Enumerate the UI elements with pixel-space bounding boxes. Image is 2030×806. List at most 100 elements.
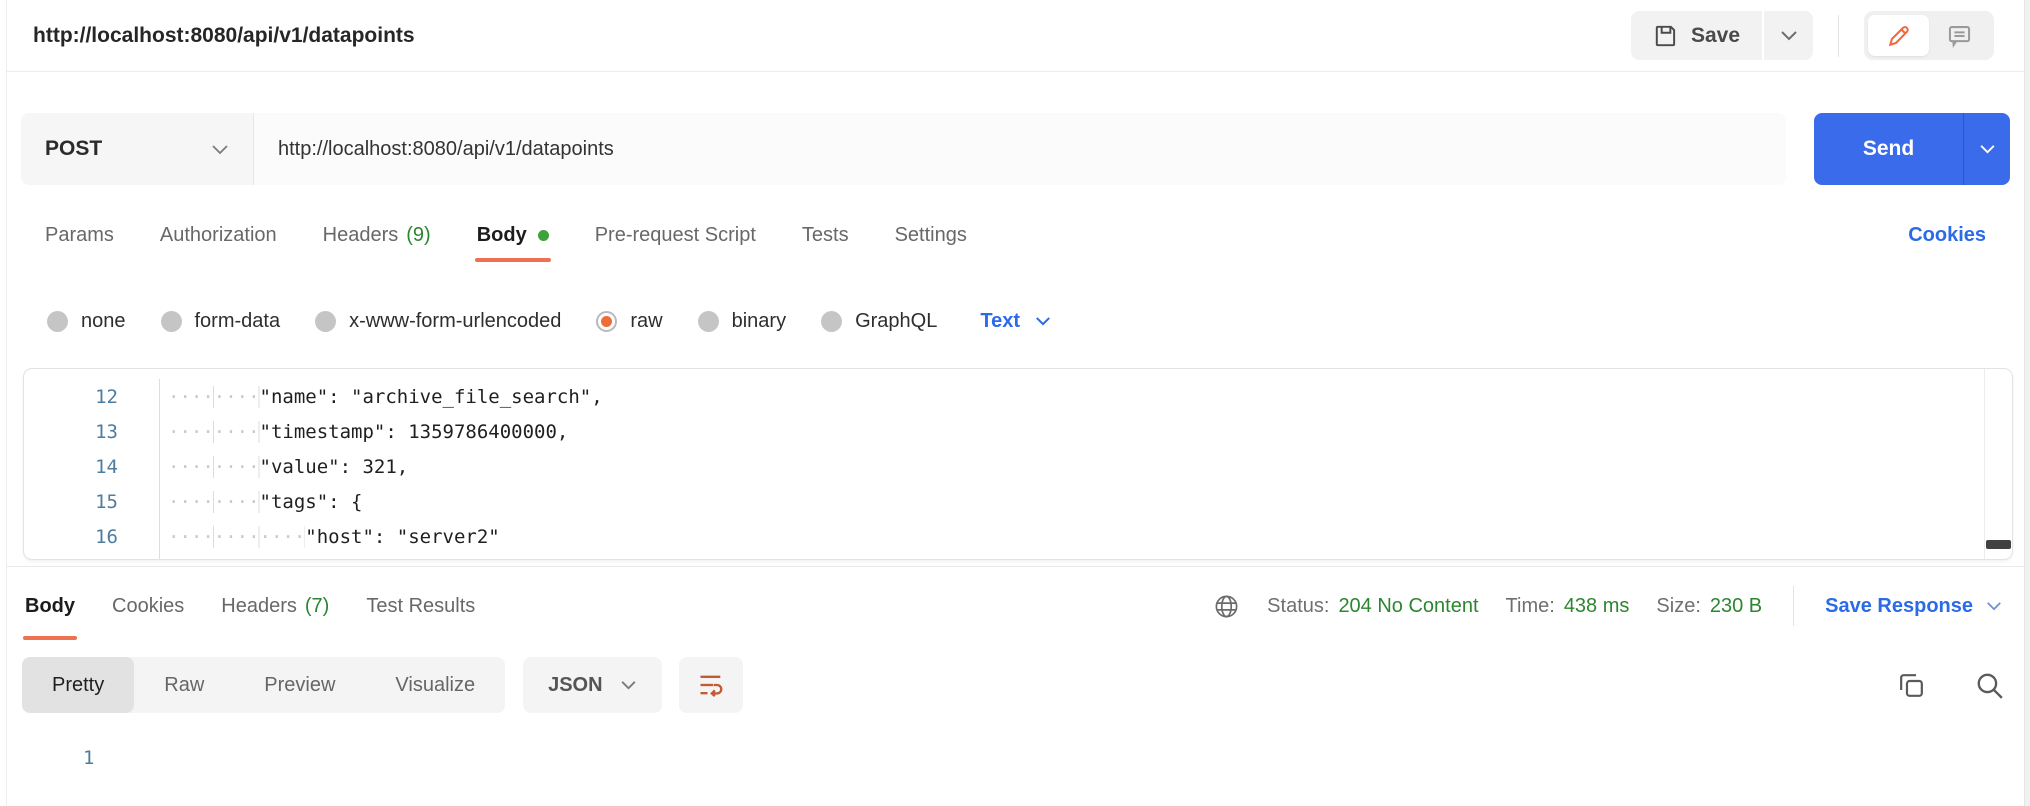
request-tab[interactable]: Params xyxy=(45,203,114,267)
response-tab-label: Body xyxy=(25,594,75,617)
left-panel-border xyxy=(6,0,7,806)
request-url-input[interactable] xyxy=(254,113,1786,185)
request-tab[interactable]: Pre-request Script xyxy=(595,203,756,267)
raw-format-select[interactable]: Text xyxy=(980,310,1051,333)
view-tab-label: Visualize xyxy=(395,673,476,696)
search-icon xyxy=(1973,669,2006,702)
status-divider xyxy=(1793,586,1795,626)
request-tab[interactable]: Body xyxy=(474,203,551,267)
code-content: "name": "archive_file_search", xyxy=(259,385,603,408)
request-tab[interactable]: Tests xyxy=(802,203,849,267)
send-button-label: Send xyxy=(1814,113,1964,185)
comment-button[interactable] xyxy=(1929,15,1990,56)
radio-icon xyxy=(47,310,68,332)
editor-scrollbar-thumb[interactable] xyxy=(1986,540,2011,549)
body-type-radio[interactable]: raw xyxy=(596,310,663,333)
response-toolbar: Pretty Raw Preview Visualize JSON xyxy=(22,657,2006,713)
response-tab-label: Headers xyxy=(221,594,297,617)
metric-value: 438 ms xyxy=(1563,594,1630,617)
request-title: http://localhost:8080/api/v1/datapoints xyxy=(33,23,415,47)
response-view-tab[interactable]: Pretty xyxy=(22,657,135,713)
line-number: 17 xyxy=(24,554,160,559)
line-number: 14 xyxy=(24,449,160,484)
save-button[interactable]: Save xyxy=(1630,11,1762,60)
search-response-button[interactable] xyxy=(1973,669,2006,702)
response-metric: Time: 438 ms xyxy=(1506,595,1630,618)
radio-icon xyxy=(821,310,843,332)
response-view-switcher: Pretty Raw Preview Visualize xyxy=(22,657,506,713)
globe-icon xyxy=(1213,593,1240,620)
chevron-down-icon xyxy=(1979,144,1996,154)
url-bar: POST xyxy=(21,113,1786,185)
window-scrollbar-track[interactable] xyxy=(2024,0,2030,806)
save-options-button[interactable] xyxy=(1764,11,1813,60)
code-text: ········"value": 321, xyxy=(160,455,409,478)
code-line: 15 ········"tags": { xyxy=(24,484,2012,519)
code-line: 13 ········"timestamp": 1359786400000, xyxy=(24,414,2012,449)
floppy-icon xyxy=(1653,23,1679,49)
save-response-button[interactable]: Save Response xyxy=(1825,595,2002,618)
code-content: "value": 321, xyxy=(259,455,409,478)
save-button-label: Save xyxy=(1690,23,1740,47)
cookies-link[interactable]: Cookies xyxy=(1908,224,1986,247)
request-tab-count: (9) xyxy=(406,223,431,246)
copy-response-button[interactable] xyxy=(1896,670,1927,701)
response-view-tab[interactable]: Raw xyxy=(134,657,234,713)
line-number: 15 xyxy=(24,484,160,519)
code-content: "host": "server2" xyxy=(305,525,500,548)
response-metric: Size: 230 B xyxy=(1656,595,1762,618)
code-line: 12 ········"name": "archive_file_search"… xyxy=(24,379,2012,414)
body-type-label: binary xyxy=(731,309,787,332)
metric-label: Size: xyxy=(1656,594,1701,617)
body-type-radio[interactable]: binary xyxy=(697,309,787,333)
code-text: ········"tags": { xyxy=(160,490,362,513)
response-status-bar: Status: 204 No Content Time: 438 ms Size… xyxy=(1213,586,2002,626)
request-body-editor[interactable]: 12 ········"name": "archive_file_search"… xyxy=(23,368,2013,560)
body-type-radio[interactable]: none xyxy=(47,310,126,333)
response-tab[interactable]: Test Results xyxy=(366,567,475,645)
response-view-tab[interactable]: Visualize xyxy=(365,657,505,713)
body-type-label: form-data xyxy=(194,309,281,332)
response-body-viewer[interactable]: 1 xyxy=(7,730,2024,806)
request-tab[interactable]: Settings xyxy=(895,203,967,267)
wrap-text-button[interactable] xyxy=(678,657,743,713)
pencil-icon xyxy=(1886,23,1912,49)
request-tabs: Params Authorization Headers (9) Body Pr… xyxy=(7,203,2024,267)
body-type-radio[interactable]: form-data xyxy=(160,309,281,333)
request-tab-label: Authorization xyxy=(159,223,277,246)
send-button[interactable]: Send xyxy=(1814,113,2010,185)
request-url-row: POST Send xyxy=(21,113,2010,185)
chevron-down-icon xyxy=(1035,316,1051,326)
response-tab-count: (7) xyxy=(304,594,330,617)
body-green-dot xyxy=(537,229,549,241)
editor-scrollbar-track xyxy=(1984,369,1985,559)
response-view-tab[interactable]: Preview xyxy=(234,657,365,713)
http-method-select[interactable]: POST xyxy=(21,113,254,185)
header-actions: Save xyxy=(1630,11,1994,60)
radio-icon xyxy=(160,310,182,332)
request-tab[interactable]: Headers (9) xyxy=(323,203,431,267)
body-type-label: GraphQL xyxy=(855,309,938,332)
copy-icon xyxy=(1896,670,1927,701)
text-wrap-icon xyxy=(697,671,725,699)
body-type-radio[interactable]: GraphQL xyxy=(821,310,937,333)
response-line-number: 1 xyxy=(83,747,95,769)
send-options-button[interactable] xyxy=(1964,113,2010,185)
metric-value: 204 No Content xyxy=(1338,594,1479,617)
response-tab[interactable]: Headers (7) xyxy=(221,567,329,645)
response-tab[interactable]: Cookies xyxy=(112,567,184,645)
body-type-label: x-www-form-urlencoded xyxy=(349,309,562,332)
response-metric: Status: 204 No Content xyxy=(1267,595,1478,618)
chevron-down-icon xyxy=(1986,601,2002,611)
response-format-select[interactable]: JSON xyxy=(523,657,662,713)
response-tab[interactable]: Body xyxy=(23,567,77,645)
edit-mode-button[interactable] xyxy=(1868,15,1929,56)
request-tab-label: Settings xyxy=(894,223,967,246)
indent-whitespace: ············ xyxy=(168,525,306,548)
response-tab-label: Test Results xyxy=(366,594,476,617)
indent-whitespace: ········ xyxy=(168,490,260,513)
body-type-radio[interactable]: x-www-form-urlencoded xyxy=(315,310,561,333)
response-header: Body Cookies Headers (7) Test Results St… xyxy=(7,567,2024,645)
line-number: 13 xyxy=(24,414,160,449)
request-tab[interactable]: Authorization xyxy=(160,203,277,267)
